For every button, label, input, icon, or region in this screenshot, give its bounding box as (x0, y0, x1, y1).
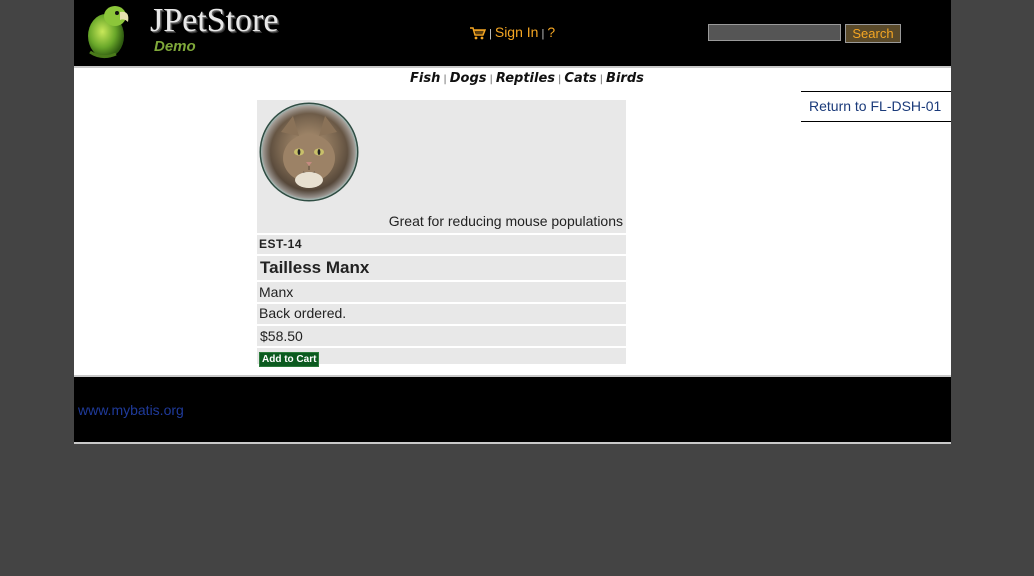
help-link[interactable]: ? (547, 24, 555, 40)
return-to-product-link[interactable]: Return to FL-DSH-01 (801, 91, 951, 122)
item-attribute: Manx (257, 282, 626, 302)
item-image-row: Great for reducing mouse populations (257, 100, 626, 233)
sign-in-link[interactable]: Sign In (495, 24, 539, 40)
parrot-logo-icon (88, 6, 129, 59)
quicklink-separator: | (489, 74, 493, 85)
logo[interactable]: JPetStore Demo (82, 2, 292, 60)
search-input[interactable] (708, 24, 841, 41)
header: JPetStore Demo | Sign In |? Search (74, 0, 951, 66)
add-to-cart-row: Add to Cart (257, 348, 626, 367)
search-button[interactable]: Search (845, 24, 901, 43)
item-name: Tailless Manx (257, 256, 626, 280)
quicklink-birds[interactable]: Birds (606, 71, 644, 86)
search-form: Search (708, 24, 901, 43)
add-to-cart-button[interactable]: Add to Cart (259, 352, 320, 367)
item-description: Great for reducing mouse populations (388, 213, 623, 229)
quicklink-separator: | (558, 74, 562, 85)
category-quicklinks: Fish | Dogs | Reptiles | Cats | Birds (410, 71, 644, 86)
quicklink-cats[interactable]: Cats (564, 71, 596, 86)
item-detail-table: Great for reducing mouse populations EST… (257, 100, 626, 367)
quicklink-separator: | (599, 74, 604, 85)
menu-separator: | (489, 28, 492, 40)
header-menu: | Sign In |? (469, 24, 555, 44)
shopping-cart-icon[interactable] (469, 26, 487, 43)
mybatis-link[interactable]: www.mybatis.org (78, 402, 184, 418)
page-wrapper: JPetStore Demo | Sign In |? Search Fish | Do… (74, 0, 951, 444)
quicklink-dogs[interactable]: Dogs (450, 71, 487, 86)
quicklink-separator: | (443, 74, 447, 85)
main-content: Fish | Dogs | Reptiles | Cats | Birds Return to … (74, 66, 951, 375)
cat-photo (259, 102, 362, 205)
logo-subtitle: Demo (154, 38, 196, 55)
footer: www.mybatis.org (74, 375, 951, 444)
menu-separator: | (541, 28, 545, 40)
quicklink-fish[interactable]: Fish (410, 71, 440, 86)
logo-title: JPetStore (150, 2, 279, 39)
quicklink-reptiles[interactable]: Reptiles (496, 71, 555, 86)
item-id: EST-14 (257, 235, 626, 254)
item-stock-status: Back ordered. (257, 304, 626, 324)
item-price: $58.50 (257, 326, 626, 346)
